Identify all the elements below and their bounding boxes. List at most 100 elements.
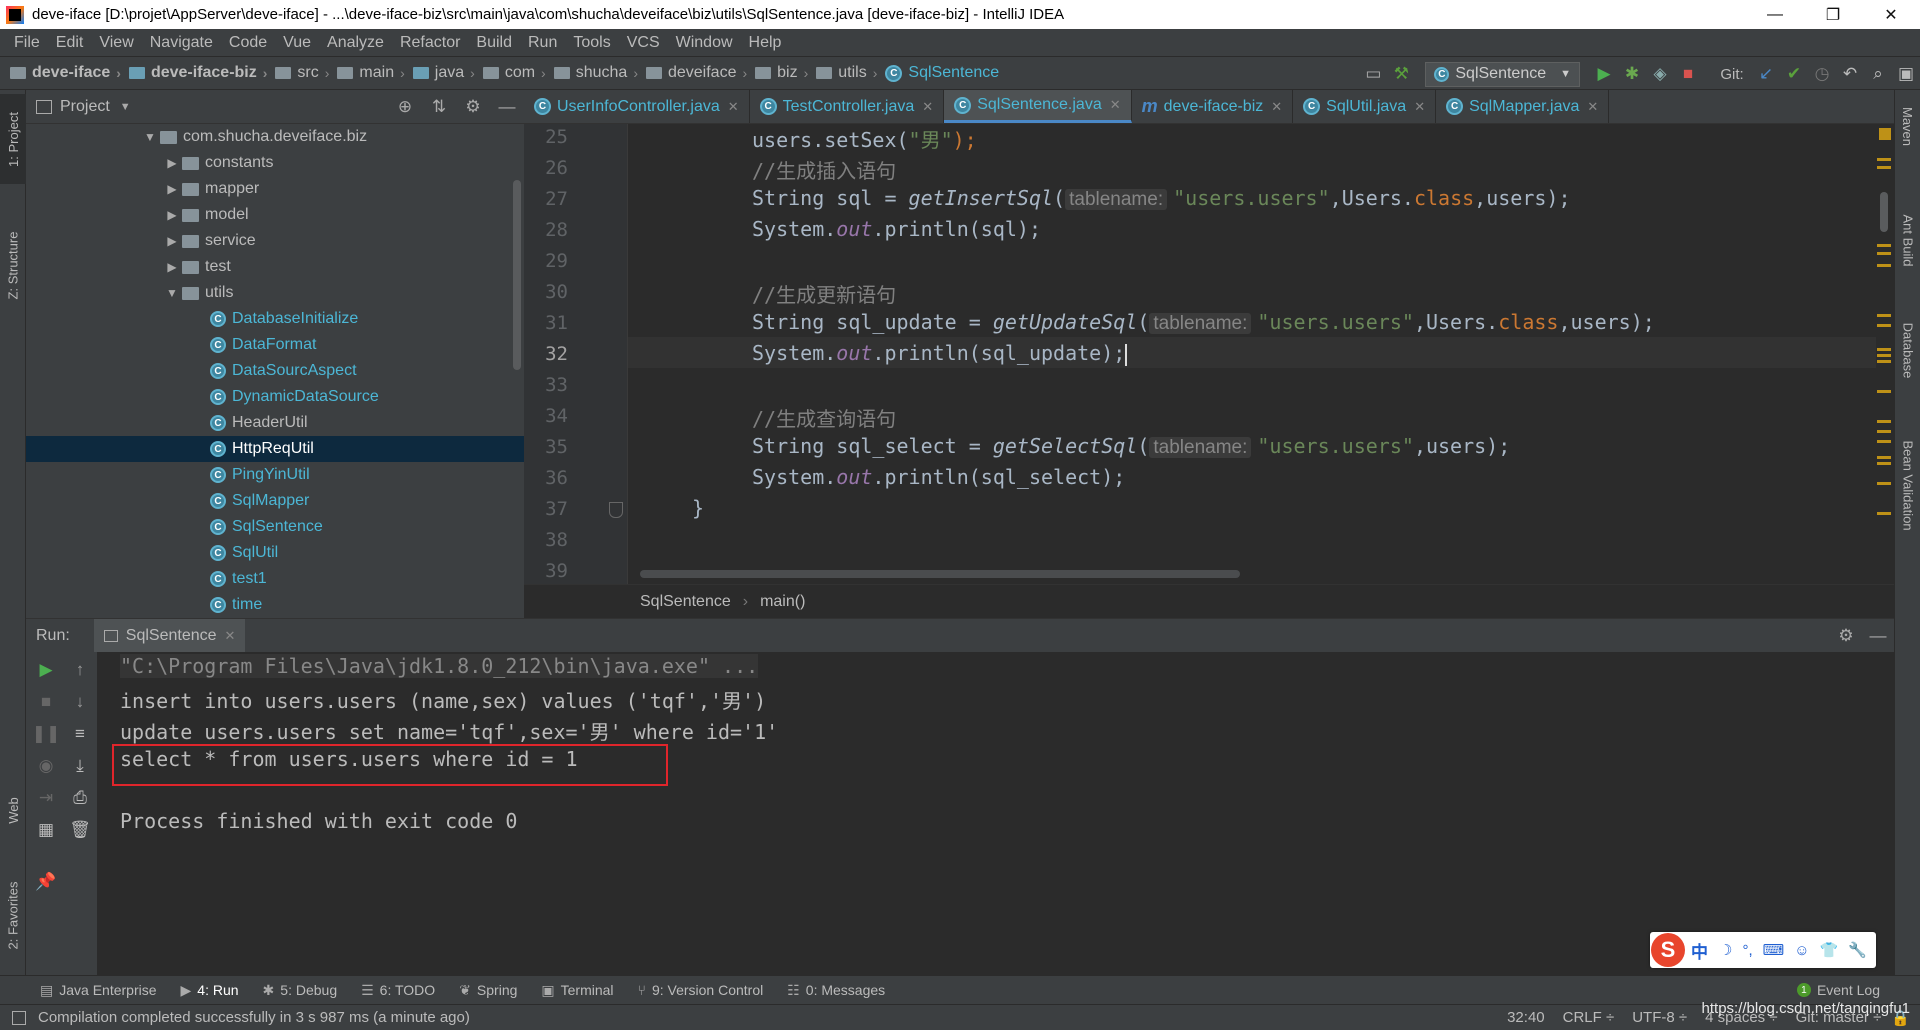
warning-mark[interactable] [1877,348,1891,351]
event-log-button[interactable]: 1 Event Log [1796,982,1880,998]
close-icon[interactable]: ✕ [728,99,739,115]
inspection-status-icon[interactable] [1879,128,1891,140]
tool-tab-favorites[interactable]: 2: Favorites [0,865,26,965]
tree-class[interactable]: Ctest1 [26,566,524,592]
tree-class[interactable]: C DatabaseInitialize [26,306,524,332]
chevron-down-icon[interactable]: ▼ [120,101,131,113]
print-icon[interactable]: ⎙ [64,784,96,812]
fold-marker-icon[interactable] [609,502,623,518]
build-hammer-icon[interactable]: ⚒ [1387,60,1415,88]
project-structure-icon[interactable]: ▭ [1359,60,1387,88]
gear-icon[interactable]: ⚙ [456,97,490,117]
wrench-icon[interactable]: 🔧 [1848,941,1867,959]
tree-package[interactable]: ▶ mapper [26,176,524,202]
warning-mark[interactable] [1877,264,1891,267]
tool-tab-web[interactable]: Web [0,780,26,840]
ime-toolbar[interactable]: S 中 ☽ °, ⌨ ☺ 👕 🔧 [1650,932,1876,968]
shirt-icon[interactable]: 👕 [1820,941,1839,959]
warning-mark[interactable] [1877,440,1891,443]
menu-code[interactable]: Code [221,34,275,52]
minimize-button[interactable]: — [1746,0,1804,29]
warning-mark[interactable] [1877,166,1891,169]
run-tab-sqlsentence[interactable]: SqlSentence ✕ [93,618,246,653]
crumb-deveiface[interactable]: deveiface › [642,64,751,82]
line-separator[interactable]: CRLF ÷ [1563,1009,1615,1026]
tree-class[interactable]: C SqlSentence [26,514,524,540]
close-icon[interactable]: ✕ [1110,97,1121,113]
tree-package[interactable]: ▶ constants [26,150,524,176]
warning-mark[interactable] [1877,360,1891,363]
tree-package[interactable]: ▶ test [26,254,524,280]
code-editor[interactable]: 25 26 27 28 29 30 31 32 33 34 35 36 37 3… [524,124,1894,584]
vcs-revert-icon[interactable]: ↶ [1836,60,1864,88]
tree-class[interactable]: C PingYinUtil [26,462,524,488]
tab-testcontroller[interactable]: C TestController.java ✕ [750,90,945,123]
project-panel-title[interactable]: Project [60,98,110,116]
menu-tools[interactable]: Tools [565,34,618,52]
close-icon[interactable]: ✕ [1271,99,1282,115]
expand-arrow-icon[interactable]: ▼ [162,286,182,300]
expand-arrow-icon[interactable]: ▶ [162,260,182,274]
expand-arrow-icon[interactable]: ▶ [162,234,182,248]
menu-analyze[interactable]: Analyze [319,34,392,52]
crumb-java[interactable]: java › [409,64,479,82]
scroll-to-end-icon[interactable]: ⤓ [64,752,96,780]
crumb-utils[interactable]: utils › [812,64,881,82]
editor-crumb-method[interactable]: main() [760,593,805,611]
crumb-class[interactable]: C SqlSentence [881,64,1003,82]
tree-class[interactable]: C DataFormat [26,332,524,358]
run-console[interactable]: "C:\Program Files\Java\jdk1.8.0_212\bin\… [98,652,1894,975]
search-everywhere-icon[interactable]: ⌕ [1864,60,1892,88]
tool-tab-maven[interactable]: Maven [1895,96,1920,156]
warning-mark[interactable] [1877,324,1891,327]
debug-icon[interactable]: ✱ [1618,60,1646,88]
warning-mark[interactable] [1877,430,1891,433]
editor-vertical-scrollbar[interactable] [1880,192,1888,232]
tool-tab-ant-build[interactable]: Ant Build [1895,200,1920,280]
error-stripe[interactable] [1876,124,1894,584]
tab-deve-iface-biz[interactable]: m deve-iface-biz ✕ [1132,90,1294,123]
tree-class[interactable]: C DataSourcAspect [26,358,524,384]
menu-file[interactable]: File [6,34,48,52]
editor-horizontal-scrollbar[interactable] [640,570,1240,578]
tab-userinfocontroller[interactable]: C UserInfoController.java ✕ [524,90,750,123]
tool-tab-spring[interactable]: ❦ Spring [459,982,517,999]
run-icon[interactable]: ▶ [1590,60,1618,88]
tool-tab-database[interactable]: Database [1895,310,1920,390]
tool-tab-bean-validation[interactable]: Bean Validation [1895,420,1920,550]
tree-class[interactable]: Ctime [26,592,524,618]
gear-icon[interactable]: ⚙ [1830,626,1862,646]
tree-class-selected[interactable]: C HttpReqUtil [26,436,524,462]
moon-icon[interactable]: ☽ [1719,941,1732,959]
tool-windows-icon[interactable] [12,1010,26,1025]
tool-tab-version-control[interactable]: ⑂ 9: Version Control [638,982,764,998]
warning-mark[interactable] [1877,314,1891,317]
exit-icon[interactable]: ⇥ [30,784,62,812]
ime-language-toggle[interactable]: 中 [1691,938,1708,963]
menu-view[interactable]: View [91,34,141,52]
warning-mark[interactable] [1877,244,1891,247]
coverage-icon[interactable]: ◈ [1646,60,1674,88]
crumb-biz[interactable]: biz › [751,64,812,82]
restore-button[interactable]: ❐ [1804,0,1862,29]
collapse-all-icon[interactable]: ⇅ [422,97,456,117]
crumb-module[interactable]: deve-iface-biz › [125,64,271,82]
editor-crumb-class[interactable]: SqlSentence [640,593,731,611]
tree-package[interactable]: ▶ service [26,228,524,254]
tool-tab-terminal[interactable]: ▣ Terminal [541,982,613,999]
tool-tab-structure[interactable]: Z: Structure [0,210,26,320]
pause-icon[interactable]: ❚❚ [30,720,62,748]
hide-icon[interactable]: — [1862,626,1894,646]
stop-icon[interactable]: ■ [1674,60,1702,88]
tree-package[interactable]: ▼ com.shucha.deveiface.biz [26,124,524,150]
tool-tab-java-enterprise[interactable]: ▤ Java Enterprise [40,982,157,999]
menu-edit[interactable]: Edit [48,34,92,52]
project-scrollbar[interactable] [513,180,521,370]
expand-arrow-icon[interactable]: ▶ [162,156,182,170]
file-encoding[interactable]: UTF-8 ÷ [1632,1009,1687,1026]
crumb-shucha[interactable]: shucha › [550,64,642,82]
crumb-project[interactable]: deve-iface › [0,64,125,82]
tool-tab-messages[interactable]: ☷ 0: Messages [787,982,885,999]
trash-icon[interactable]: 🗑 [64,816,96,844]
menu-vue[interactable]: Vue [275,34,319,52]
